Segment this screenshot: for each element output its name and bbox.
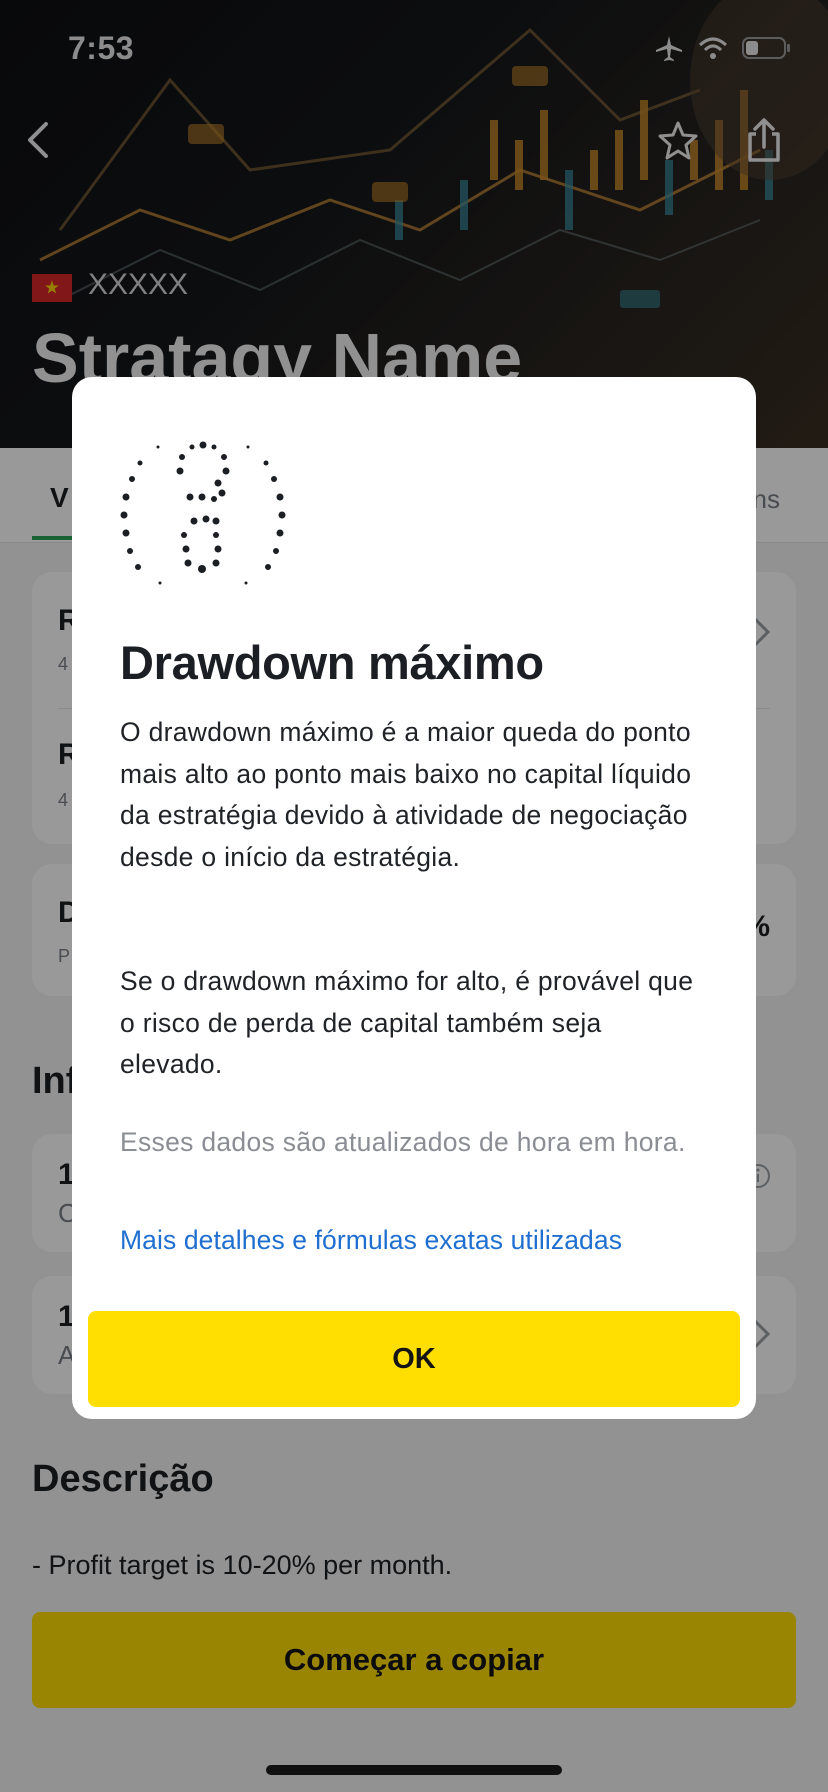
home-indicator[interactable] (266, 1765, 562, 1775)
drawdown-info-modal: Drawdown máximo O drawdown máximo é a ma… (72, 377, 756, 1419)
modal-update-note: Esses dados são atualizados de hora em h… (120, 1127, 686, 1157)
modal-title: Drawdown máximo (120, 636, 544, 689)
modal-paragraph-2: Se o drawdown máximo for alto, é prováve… (120, 966, 694, 1079)
drawdown-illustration (120, 441, 286, 585)
ok-button[interactable]: OK (88, 1311, 740, 1407)
modal-paragraph-1: O drawdown máximo é a maior queda do pon… (120, 717, 692, 872)
formulas-link[interactable]: Mais detalhes e fórmulas exatas utilizad… (120, 1225, 622, 1256)
